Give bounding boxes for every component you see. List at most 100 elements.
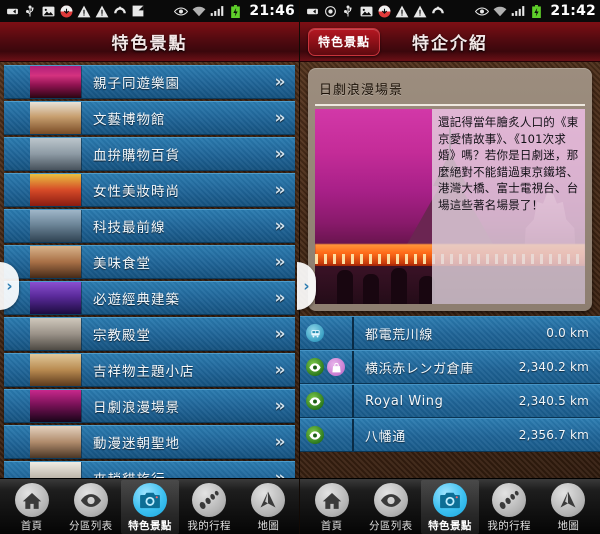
row-spacer (4, 426, 30, 458)
chevron-right-icon: » (274, 252, 286, 272)
list-item-thumbnail (30, 426, 82, 458)
nav-item-map[interactable]: 地圖 (539, 480, 597, 533)
tab-featured-spots[interactable]: 特色景點 (308, 28, 381, 56)
download-icon (59, 4, 73, 18)
image-icon (359, 4, 373, 18)
row-icons (300, 419, 354, 451)
row-icons (300, 317, 354, 349)
usb-icon (341, 4, 355, 18)
signal-icon (210, 4, 224, 18)
list-item-label: 血拚購物百貨 (93, 148, 180, 164)
list-item-thumbnail (30, 354, 82, 386)
list-item-label: 宗教殿堂 (93, 328, 151, 344)
list-item[interactable]: 吉祥物主題小店 » (4, 353, 295, 387)
nav-item-featured-spots[interactable]: 特色景點 (420, 479, 479, 534)
row-spacer (4, 390, 30, 422)
nav-label: 我的行程 (187, 520, 231, 532)
table-row[interactable]: 都電荒川線 0.0 km (300, 316, 600, 350)
list-item-thumbnail (30, 318, 82, 350)
place-distance: 2,340.2 km (518, 360, 589, 374)
status-bar-left: 21:46 (0, 0, 299, 22)
row-spacer (4, 210, 30, 242)
list-item[interactable]: 科技最前線 » (4, 209, 295, 243)
battery-icon (529, 4, 543, 18)
footprint-icon (492, 483, 527, 517)
list-item[interactable]: 宗教殿堂 » (4, 317, 295, 351)
nav-label: 我的行程 (487, 520, 531, 532)
chevron-right-icon: » (274, 180, 286, 200)
nav-label: 首頁 (20, 520, 43, 532)
bag-icon (327, 358, 345, 376)
tram-icon (306, 324, 324, 342)
chevron-right-icon: » (274, 396, 286, 416)
nav-item-home[interactable]: 首頁 (3, 480, 61, 533)
hero-silhouette (363, 274, 379, 304)
list-item-thumbnail (30, 138, 82, 170)
table-row[interactable]: 横浜赤レンガ倉庫 2,340.2 km (300, 350, 600, 384)
feature-card: 日劇浪漫場景 還記得當年膾炙人口的《東京愛情故事》、《101次求婚》嗎？若你是日… (308, 68, 592, 311)
eye-icon (73, 483, 108, 517)
right-title-bar: 特色景點 特企介紹 (300, 22, 600, 62)
camera-icon (132, 483, 167, 517)
list-item-label: 日劇浪漫場景 (93, 400, 180, 416)
chevron-right-icon: » (274, 324, 286, 344)
nav-item-area-list[interactable]: 分區列表 (362, 480, 420, 533)
list-item[interactable]: 親子同遊樂園 » (4, 65, 295, 99)
list-item-label: 親子同遊樂園 (93, 76, 180, 92)
nav-item-my-trip[interactable]: 我的行程 (180, 480, 238, 533)
chevron-right-icon: » (274, 72, 286, 92)
row-spacer (4, 138, 30, 170)
wifi-icon (493, 4, 507, 18)
eye-icon (306, 392, 324, 410)
wifi-icon (192, 4, 206, 18)
chevron-right-icon: » (274, 288, 286, 308)
warning-icon (95, 4, 109, 18)
feature-hero-image[interactable]: 還記得當年膾炙人口的《東京愛情故事》、《101次求婚》嗎？若你是日劇迷，那麼絕對… (315, 109, 585, 304)
list-item[interactable]: 動漫迷朝聖地 » (4, 425, 295, 459)
hero-silhouette (391, 268, 407, 304)
right-page-title: 特企介紹 (412, 34, 488, 54)
nav-label: 分區列表 (368, 520, 413, 532)
usb-debug-eye-icon (174, 4, 189, 18)
list-item[interactable]: 血拚購物百貨 » (4, 137, 295, 171)
eye-icon (373, 483, 408, 517)
usb-icon (23, 4, 37, 18)
nav-label: 特色景點 (428, 520, 472, 532)
bottom-nav-left: 首頁 分區列表 特色景點 我的行程 地圖 (0, 478, 299, 534)
list-item[interactable]: 文藝博物館 » (4, 101, 295, 135)
place-distance: 2,340.5 km (518, 394, 589, 408)
home-icon (314, 483, 349, 517)
sync-icon (113, 4, 127, 18)
nav-label: 分區列表 (68, 520, 113, 532)
category-list: 親子同遊樂園 » 文藝博物館 » 血拚購物百貨 » 女性美妝時尚 » 科技最前線… (0, 62, 299, 495)
place-distance: 2,356.7 km (518, 428, 589, 442)
list-item[interactable]: 美味食堂 » (4, 245, 295, 279)
list-item[interactable]: 日劇浪漫場景 » (4, 389, 295, 423)
row-spacer (4, 66, 30, 98)
list-item-thumbnail (30, 282, 82, 314)
place-name: 横浜赤レンガ倉庫 (365, 361, 474, 377)
list-item[interactable]: 必遊經典建築 » (4, 281, 295, 315)
table-row[interactable]: Royal Wing 2,340.5 km (300, 384, 600, 418)
feature-description: 還記得當年膾炙人口的《東京愛情故事》、《101次求婚》嗎？若你是日劇迷，那麼絕對… (432, 109, 585, 304)
signal-icon (511, 4, 525, 18)
list-item-label: 吉祥物主題小店 (93, 364, 195, 380)
hero-silhouette (337, 270, 353, 304)
nav-item-my-trip[interactable]: 我的行程 (480, 480, 538, 533)
list-item-label: 文藝博物館 (93, 112, 166, 128)
nav-item-map[interactable]: 地圖 (239, 480, 297, 533)
nav-item-featured-spots[interactable]: 特色景點 (120, 479, 179, 534)
nav-item-area-list[interactable]: 分區列表 (62, 480, 120, 533)
nav-label: 地圖 (557, 520, 580, 532)
chevron-right-icon: » (274, 216, 286, 236)
left-page-title: 特色景點 (111, 34, 188, 54)
table-row[interactable]: 八幡通 2,356.7 km (300, 418, 600, 452)
nav-item-home[interactable]: 首頁 (303, 480, 361, 533)
right-pane: 21:42 特色景點 特企介紹 日劇浪漫場景 還記得當年膾炙人口的《東京愛情故事… (300, 0, 600, 534)
list-item-thumbnail (30, 102, 82, 134)
feature-card-heading: 日劇浪漫場景 (315, 74, 585, 106)
usb-debug-eye-icon (475, 4, 490, 18)
nav-label: 特色景點 (128, 520, 172, 532)
list-item[interactable]: 女性美妝時尚 » (4, 173, 295, 207)
nav-label: 首頁 (320, 520, 343, 532)
